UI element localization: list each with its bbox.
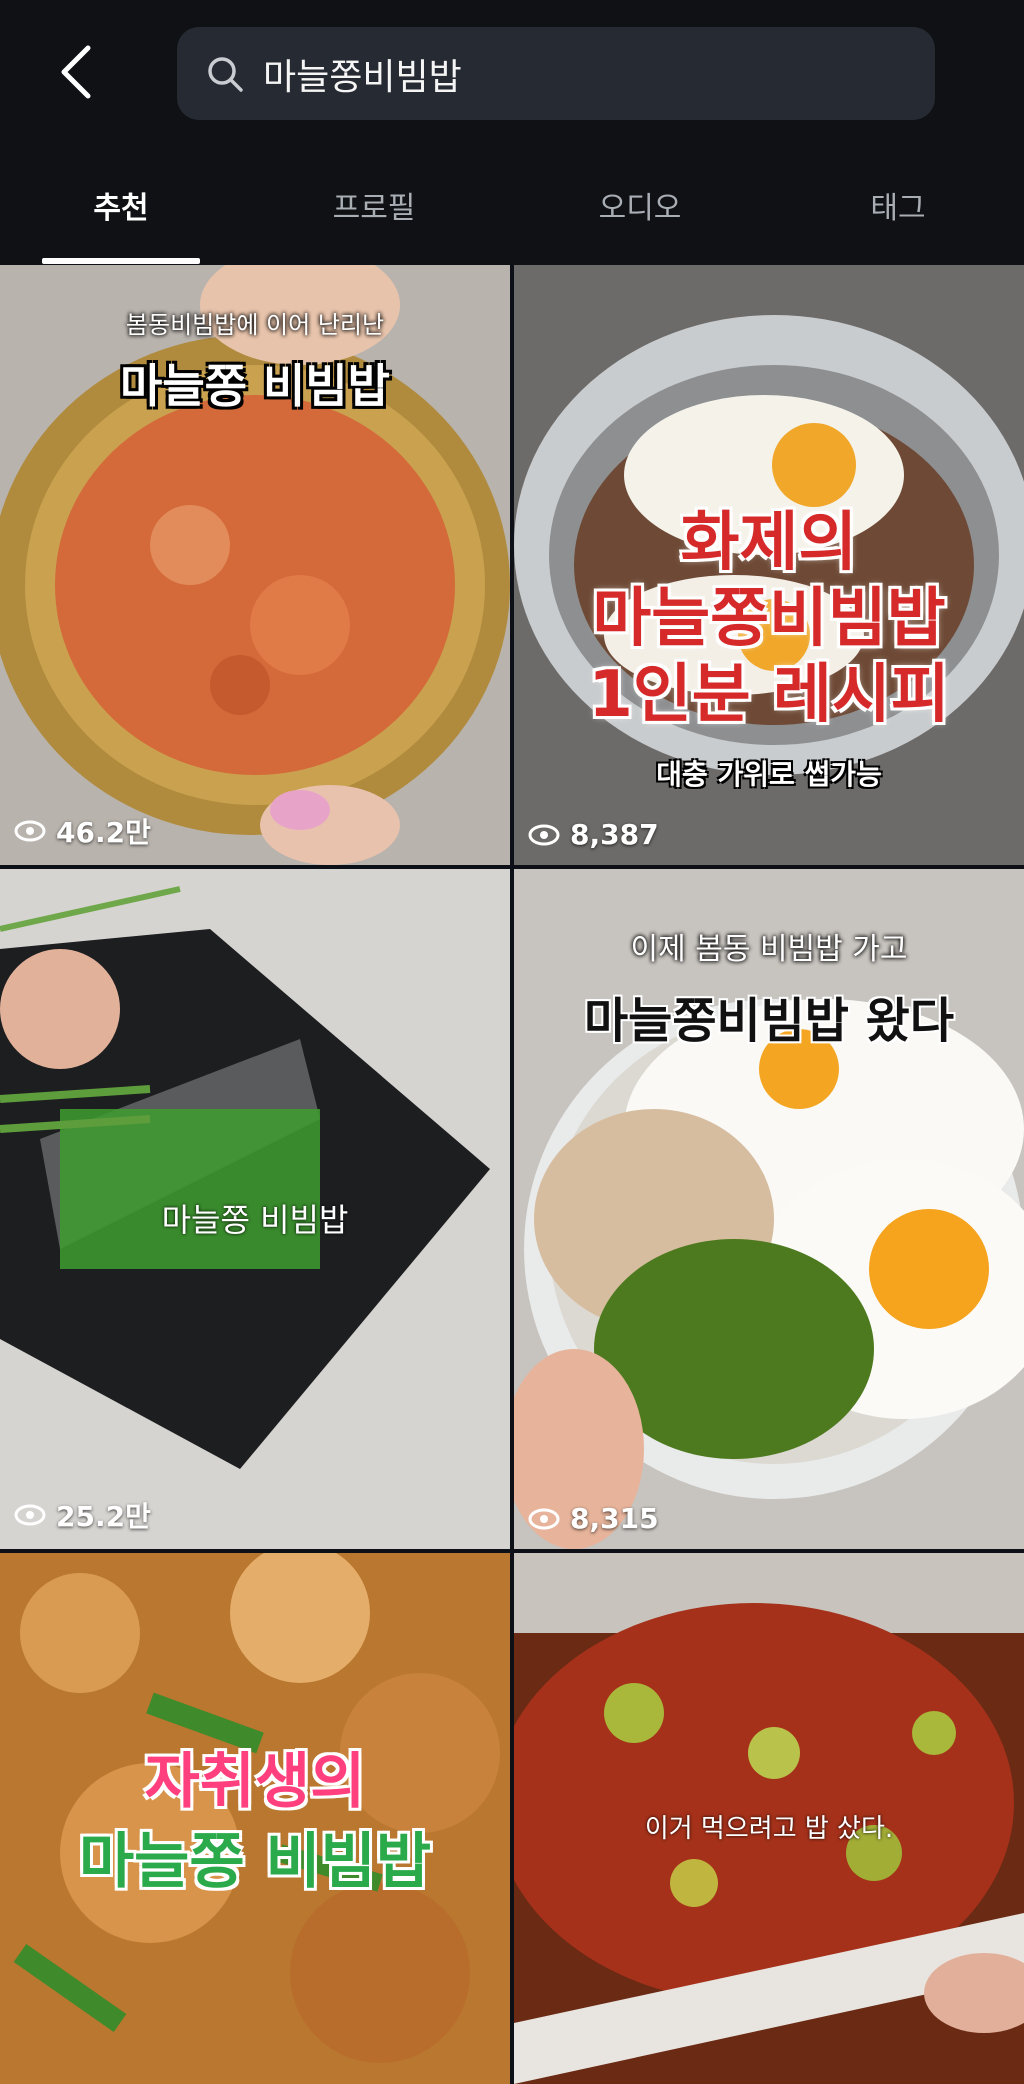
tab-profile[interactable]: 프로필 [294,145,454,265]
caption-line-1: 화제의 [680,506,858,580]
caption-main: 마늘쫑 비빔밥 [161,1201,349,1239]
caption-line-3: 1인분 레시피 [588,658,950,732]
eye-icon [14,820,46,842]
top-bar [0,0,1024,145]
eye-icon [14,1504,46,1526]
caption-line-1: 자취생의 [144,1747,366,1817]
view-count-value: 8,315 [570,1502,659,1535]
view-count: 46.2만 [14,811,151,851]
view-count-value: 25.2만 [56,1500,151,1533]
view-count-value: 46.2만 [56,816,151,849]
tab-bar: 추천 프로필 오디오 태그 [0,145,1024,265]
view-count: 8,315 [528,1502,659,1535]
view-count: 25.2만 [14,1495,151,1535]
caption-top: 봄동비빔밥에 이어 난리난 [125,311,385,339]
search-bar[interactable] [177,27,935,120]
result-card-5[interactable]: 자취생의 마늘쫑 비빔밥 [0,1553,510,2084]
search-icon [201,50,249,98]
caption-line-2: 마늘쫑 비빔밥 [78,1827,432,1897]
view-count-value: 8,387 [570,818,659,851]
back-button[interactable] [48,40,104,104]
view-count: 8,387 [528,818,659,851]
tab-audio[interactable]: 오디오 [560,145,720,265]
thumbnail-image [514,869,1024,1549]
caption-line-2: 마늘쫑비빔밥 [592,582,946,656]
caption-main: 마늘쫑비빔밥 왔다 [584,993,954,1049]
results-grid: 봄동비빔밥에 이어 난리난 마늘쫑 비빔밥 46.2만 화제의 마늘쫑비빔밥 1… [0,265,1024,2084]
result-card-2[interactable]: 화제의 마늘쫑비빔밥 1인분 레시피 대충 가위로 썹가능 8,387 [514,265,1024,865]
result-card-1[interactable]: 봄동비빔밥에 이어 난리난 마늘쫑 비빔밥 46.2만 [0,265,510,865]
eye-icon [528,824,560,845]
caption-main: 마늘쫑 비빔밥 [120,359,390,413]
search-input[interactable] [261,52,905,95]
result-card-4[interactable]: 이제 봄동 비빔밥 가고 마늘쫑비빔밥 왔다 8,315 [514,869,1024,1549]
active-tab-indicator [42,258,200,264]
result-card-6[interactable]: 이거 먹으려고 밥 샀다. [514,1553,1024,2084]
caption-bottom: 대충 가위로 썹가능 [656,758,882,791]
caption-main: 이거 먹으려고 밥 샀다. [644,1814,894,1844]
caption-top: 이제 봄동 비빔밥 가고 [630,932,908,967]
eye-icon [528,1508,560,1529]
result-card-3[interactable]: 마늘쫑 비빔밥 25.2만 [0,869,510,1549]
chevron-left-icon [61,45,91,99]
tab-tags[interactable]: 태그 [818,145,978,265]
tab-recommended[interactable]: 추천 [42,145,200,265]
